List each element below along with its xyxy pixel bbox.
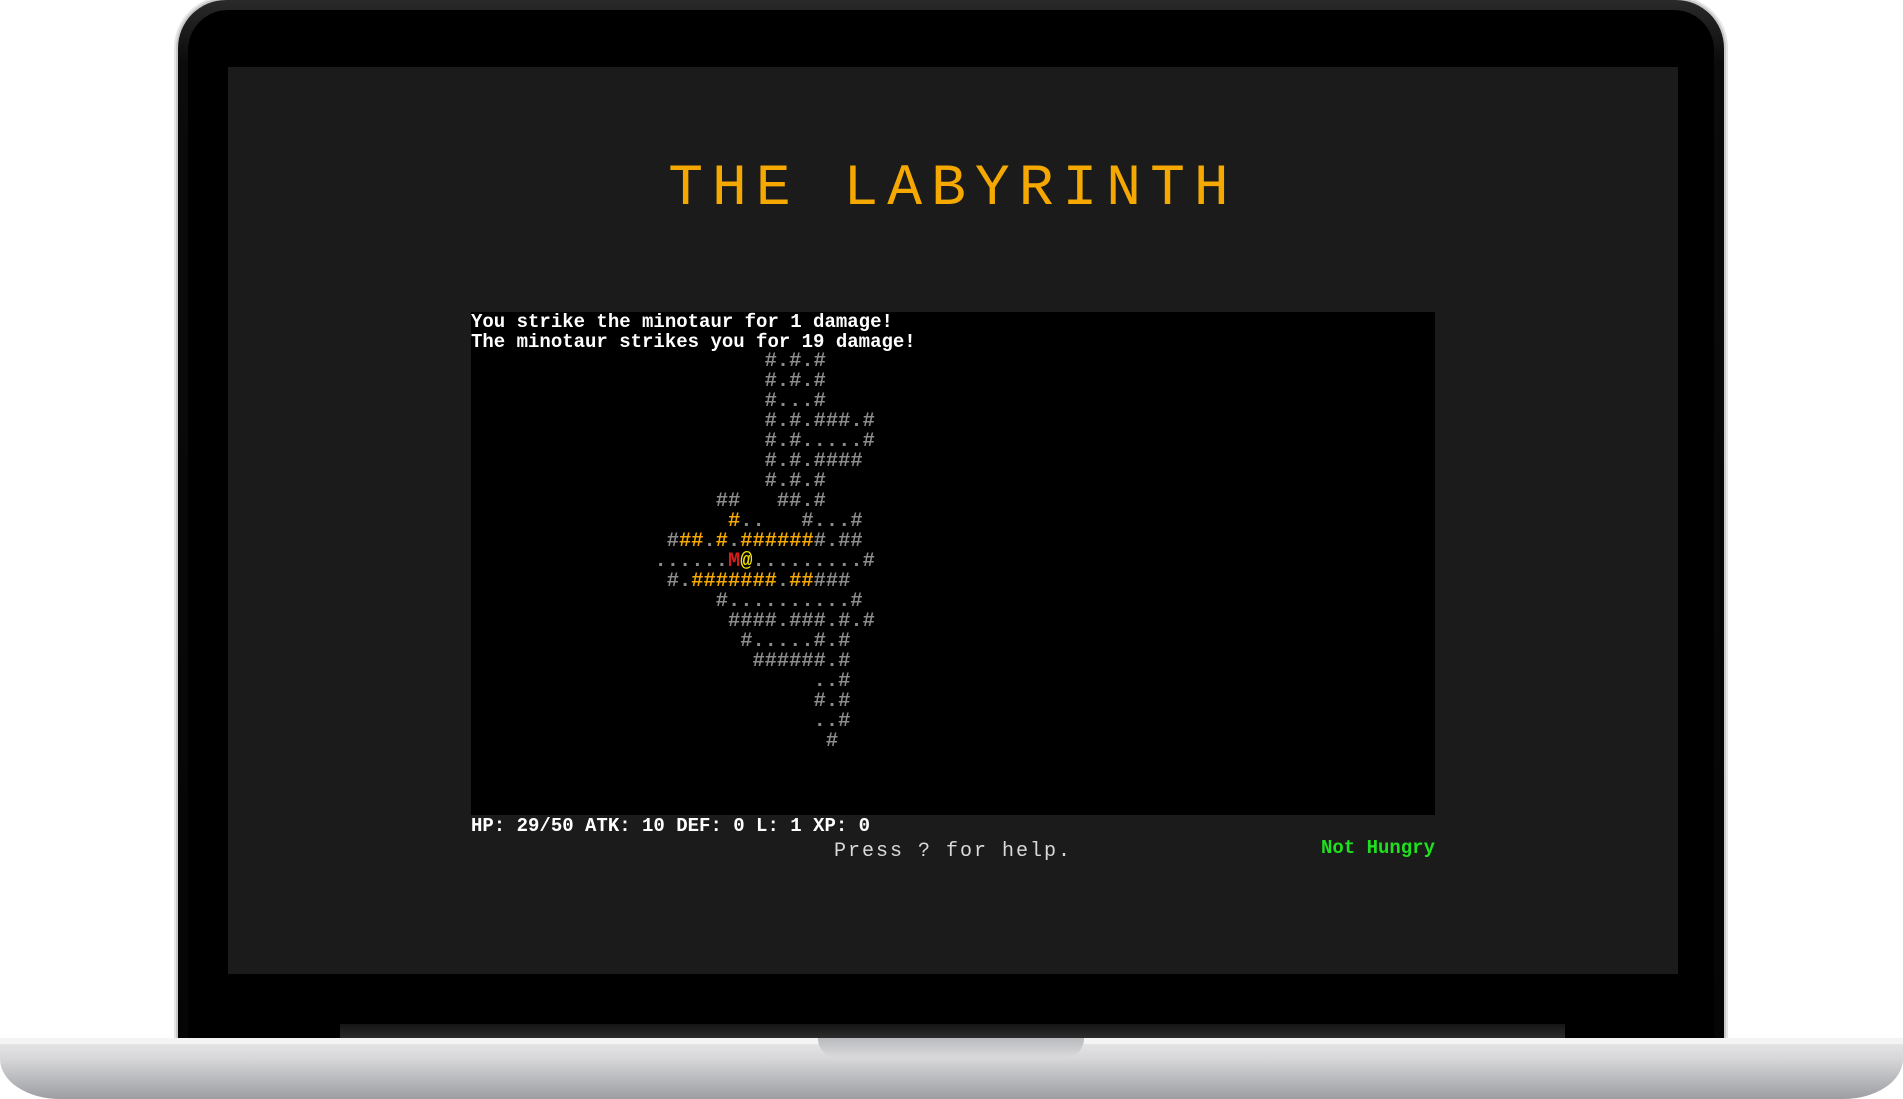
map-row: ..# [471,671,875,692]
map-row: ......M@.........# [471,551,875,572]
help-hint: Press ? for help. [833,840,1073,863]
map-row: #.. #...# [471,511,875,532]
map-row: #.# [471,691,875,712]
map-row: ..# [471,711,875,732]
message-line-1: You strike the minotaur for 1 damage! [471,311,893,333]
map-row: #.....#.# [471,631,875,652]
player-stats: HP: 29/50 ATK: 10 DEF: 0 L: 1 XP: 0 [471,815,871,837]
map-tiles: # [556,730,839,753]
map-row: #.#.# [471,471,875,492]
dungeon-map: #.#.# #.#.# #...# #.#.###.# #.#.....# #.… [471,351,875,753]
status-bar: HP: 29/50 ATK: 10 DEF: 0 L: 1 XP: 0 Not … [471,793,1435,859]
map-row: # [471,730,875,753]
map-row: #.#######.##### [471,571,875,592]
map-row: #..........# [471,591,875,612]
map-row: ######.# [471,651,875,672]
map-row: ## ##.# [471,491,875,512]
map-row: #.#.###.# [471,411,875,432]
map-row: #...# [471,391,875,412]
map-row: ###.#.#######.## [471,531,875,552]
laptop-hinge [340,1024,1565,1038]
message-line-2: The minotaur strikes you for 19 damage! [471,331,916,353]
map-row: #.#.# [471,351,875,372]
map-row: #.#.# [471,371,875,392]
screen: THE LABYRINTH You strike the minotaur fo… [228,67,1678,974]
map-row: #.#.#### [471,451,875,472]
page-title: THE LABYRINTH [668,157,1238,222]
laptop-notch [818,1038,1084,1057]
game-terminal[interactable]: You strike the minotaur for 1 damage! Th… [471,311,1435,859]
map-row: #.#.....# [471,431,875,452]
map-row: ####.###.#.# [471,611,875,632]
